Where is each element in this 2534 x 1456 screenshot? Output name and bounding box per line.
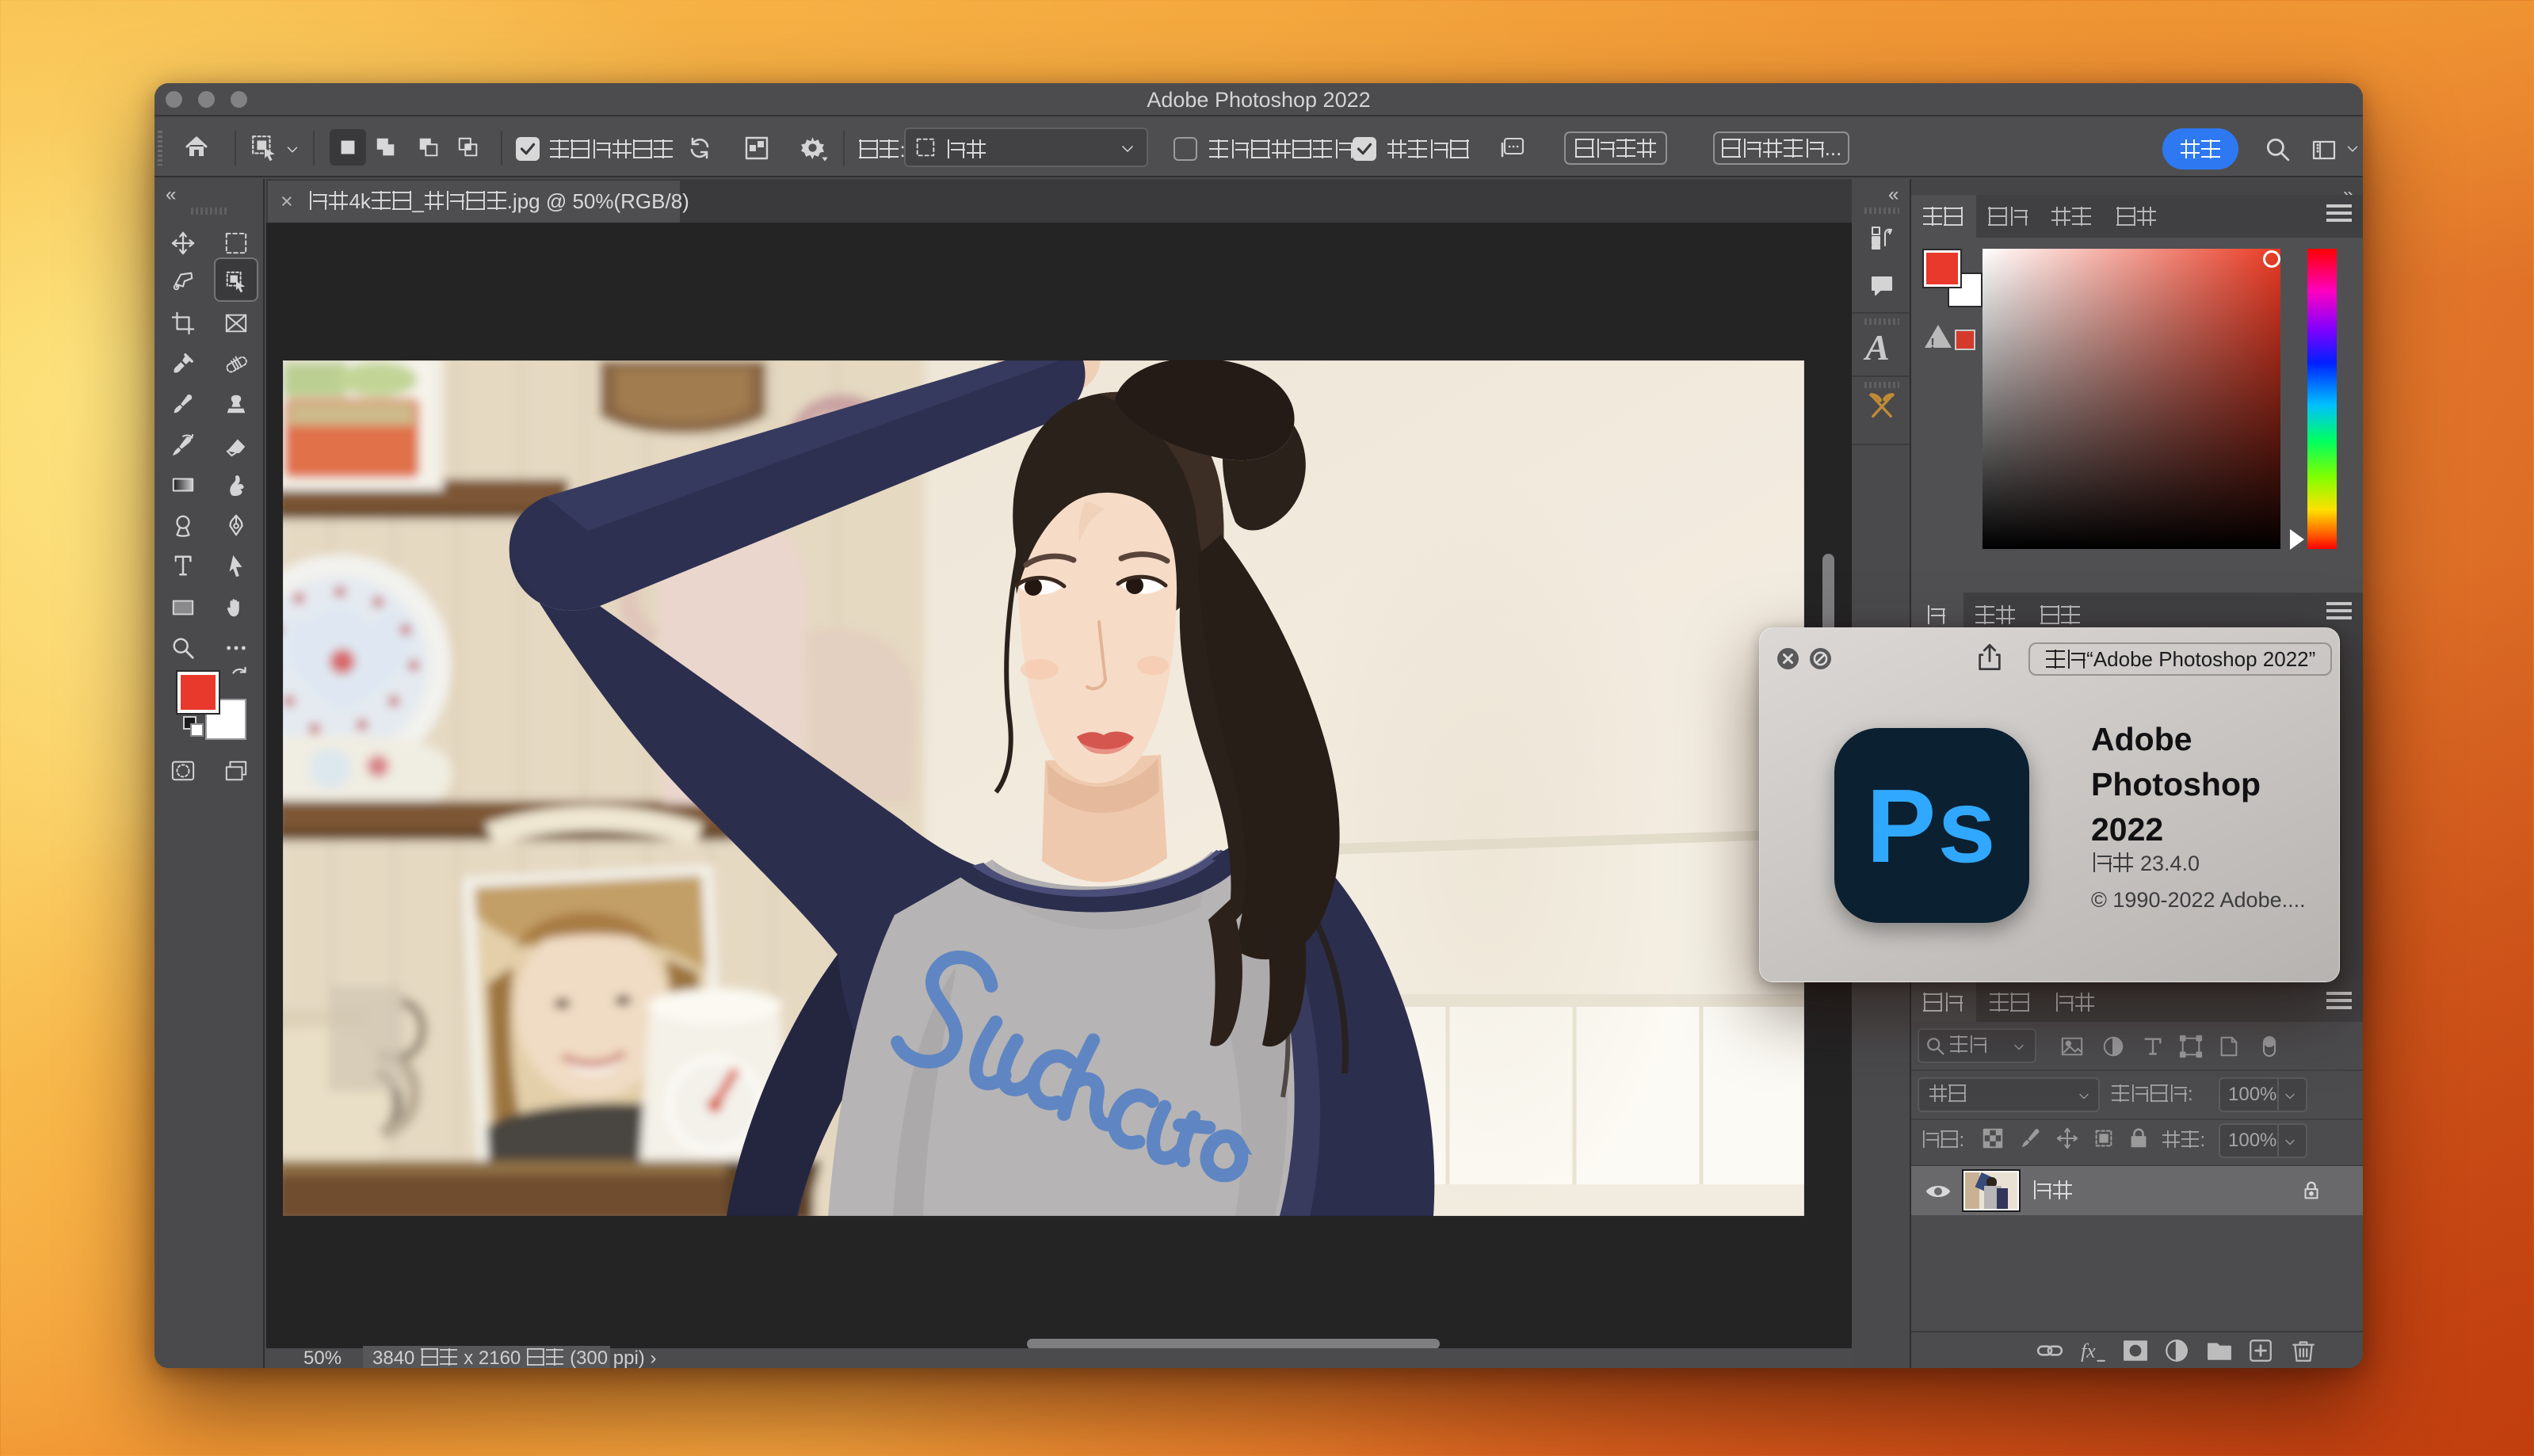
svg-text:fx: fx: [2081, 1340, 2096, 1363]
